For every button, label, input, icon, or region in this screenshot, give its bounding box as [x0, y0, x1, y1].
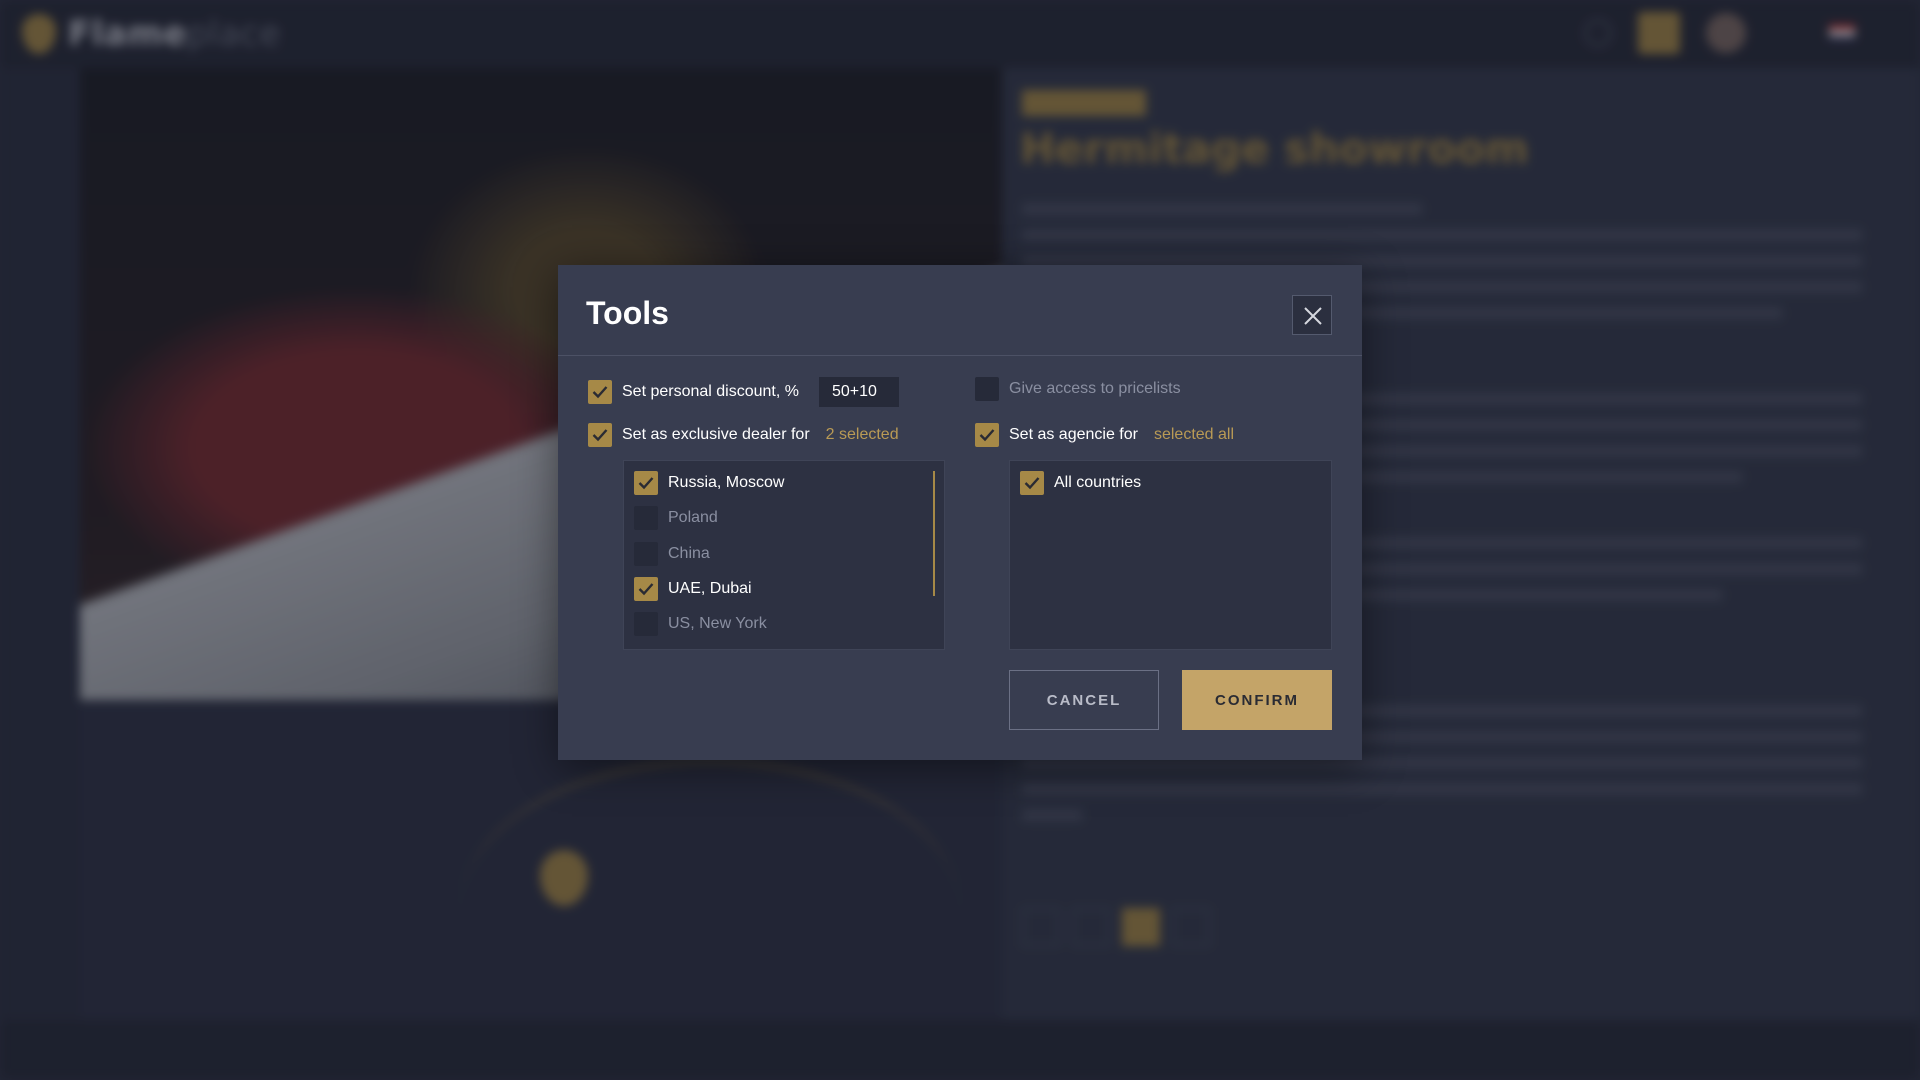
agencie-checkbox[interactable] [975, 423, 999, 447]
list-item[interactable]: China [634, 542, 710, 566]
agencie-label: Set as agencie for [1009, 426, 1138, 443]
country-checkbox[interactable] [634, 542, 658, 566]
list-item[interactable]: All countries [1020, 471, 1141, 495]
agencie-summary[interactable]: selected all [1154, 426, 1234, 444]
personal-discount-row: Set personal discount, % [588, 377, 899, 407]
exclusive-dealer-checkbox[interactable] [588, 423, 612, 447]
pricelists-checkbox[interactable] [975, 377, 999, 401]
country-checkbox[interactable] [634, 471, 658, 495]
country-label: All countries [1054, 474, 1142, 491]
list-item[interactable]: UAE, Dubai [634, 577, 752, 601]
country-label: China [668, 545, 710, 562]
agencie-country-list[interactable]: All countries [1009, 460, 1332, 650]
personal-discount-checkbox[interactable] [588, 380, 612, 404]
list-scrollbar[interactable] [933, 471, 935, 596]
check-icon [638, 583, 654, 596]
country-label: UAE, Dubai [668, 580, 752, 597]
exclusive-dealer-row: Set as exclusive dealer for 2 selected [588, 423, 899, 447]
check-icon [979, 429, 995, 442]
check-icon [592, 386, 608, 399]
tools-modal: Tools Set personal discount, % Give acce… [558, 265, 1362, 760]
modal-title: Tools [586, 295, 669, 331]
exclusive-dealer-summary[interactable]: 2 selected [826, 426, 899, 444]
agencie-row: Set as agencie for selected all [975, 423, 1234, 447]
check-icon [1024, 477, 1040, 490]
country-label: US, New York [668, 615, 767, 632]
exclusive-dealer-label: Set as exclusive dealer for [622, 426, 810, 443]
check-icon [592, 429, 608, 442]
list-item[interactable]: Poland [634, 506, 718, 530]
close-icon [1304, 307, 1322, 325]
country-checkbox[interactable] [634, 612, 658, 636]
country-label: Russia, Moscow [668, 474, 785, 491]
country-label: Poland [668, 509, 718, 526]
country-checkbox[interactable] [1020, 471, 1044, 495]
personal-discount-input[interactable] [819, 377, 899, 407]
check-icon [638, 477, 654, 490]
country-checkbox[interactable] [634, 577, 658, 601]
list-item[interactable]: US, New York [634, 612, 767, 636]
pricelists-row: Give access to pricelists [975, 377, 1181, 401]
personal-discount-label: Set personal discount, % [622, 383, 799, 400]
close-button[interactable] [1292, 295, 1332, 335]
dealer-country-list[interactable]: Russia, Moscow Poland China UAE, Dubai U… [623, 460, 945, 650]
country-checkbox[interactable] [634, 506, 658, 530]
cancel-button[interactable]: CANCEL [1009, 670, 1159, 730]
pricelists-label: Give access to pricelists [1009, 380, 1181, 397]
list-item[interactable]: Russia, Moscow [634, 471, 784, 495]
modal-header: Tools [558, 265, 1362, 356]
confirm-button[interactable]: CONFIRM [1182, 670, 1332, 730]
